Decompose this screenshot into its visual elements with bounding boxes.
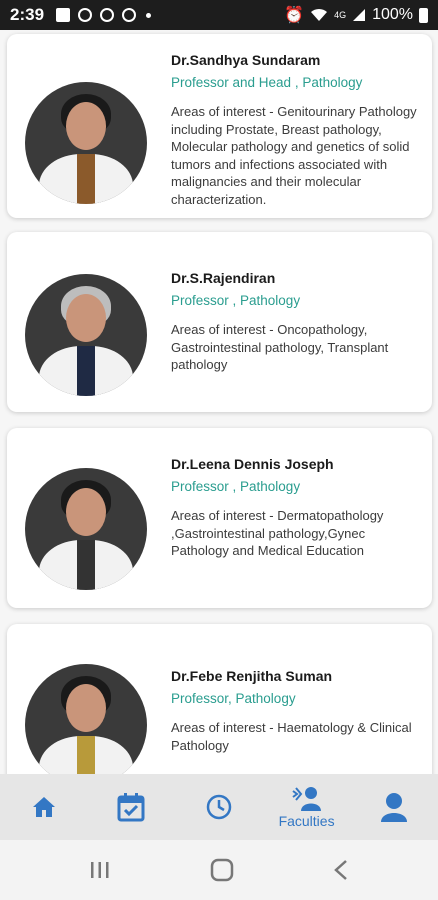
faculty-areas-of-interest: Areas of interest - Oncopathology, Gastr… <box>171 322 389 372</box>
faculty-name: Dr.Febe Renjitha Suman <box>171 668 333 684</box>
vpn-notification-icon <box>78 8 93 22</box>
faculty-title: Professor, Pathology <box>171 691 296 706</box>
battery-icon <box>419 7 428 23</box>
vpn-notification-icon-3 <box>122 8 137 22</box>
faculty-areas-of-interest: Areas of interest - Genitourinary Pathol… <box>171 104 417 207</box>
avatar <box>25 274 147 396</box>
avatar <box>25 664 147 774</box>
faculty-card[interactable]: Dr.Sandhya Sundaram Professor and Head ,… <box>7 34 432 218</box>
network-type-label: 4G <box>334 10 347 20</box>
back-icon[interactable] <box>333 859 349 881</box>
faculty-areas-of-interest: Areas of interest - Haematology & Clinic… <box>171 720 412 753</box>
status-bar: 2:39 ⏰ 4G 100% <box>0 0 438 30</box>
home-icon <box>32 797 55 817</box>
calendar-check-icon <box>117 793 145 822</box>
faculty-list[interactable]: Dr.Sandhya Sundaram Professor and Head ,… <box>0 30 438 774</box>
more-notifications-dot-icon <box>146 12 152 18</box>
faculty-title: Professor , Pathology <box>171 293 301 308</box>
faculty-title: Professor , Pathology <box>171 479 301 494</box>
faculty-areas-of-interest: Areas of interest - Dermatopathology ,Ga… <box>171 508 384 558</box>
faculty-name: Dr.Sandhya Sundaram <box>171 52 321 68</box>
nav-profile[interactable] <box>350 774 438 840</box>
vpn-notification-icon-2 <box>100 8 115 22</box>
nav-faculties-label: Faculties <box>278 813 335 829</box>
faculties-icon <box>291 787 321 811</box>
alarm-icon: ⏰ <box>284 7 305 24</box>
battery-percent: 100% <box>372 6 413 23</box>
nav-home[interactable] <box>0 774 88 840</box>
faculty-name: Dr.S.Rajendiran <box>171 270 276 286</box>
recent-apps-icon[interactable] <box>89 860 111 880</box>
faculty-name: Dr.Leena Dennis Joseph <box>171 456 334 472</box>
faculty-card[interactable]: Dr.Leena Dennis Joseph Professor , Patho… <box>7 428 432 608</box>
nav-faculties[interactable]: Faculties <box>263 774 351 840</box>
clock-icon <box>206 794 232 820</box>
wifi-icon <box>311 8 328 21</box>
faculty-card[interactable]: Dr.Febe Renjitha Suman Professor, Pathol… <box>7 624 432 774</box>
signal-icon <box>353 9 366 21</box>
avatar <box>25 82 147 204</box>
bottom-navigation: Faculties <box>0 774 438 840</box>
gallery-notification-icon <box>56 8 71 22</box>
nav-appointments[interactable] <box>88 774 176 840</box>
system-navigation-bar <box>0 840 438 900</box>
profile-icon <box>381 793 408 822</box>
faculty-card[interactable]: Dr.S.Rajendiran Professor , Pathology Ar… <box>7 232 432 412</box>
nav-history[interactable] <box>175 774 263 840</box>
status-time: 2:39 <box>10 5 45 24</box>
avatar <box>25 468 147 590</box>
home-button-icon[interactable] <box>210 858 234 882</box>
faculty-title: Professor and Head , Pathology <box>171 75 363 90</box>
